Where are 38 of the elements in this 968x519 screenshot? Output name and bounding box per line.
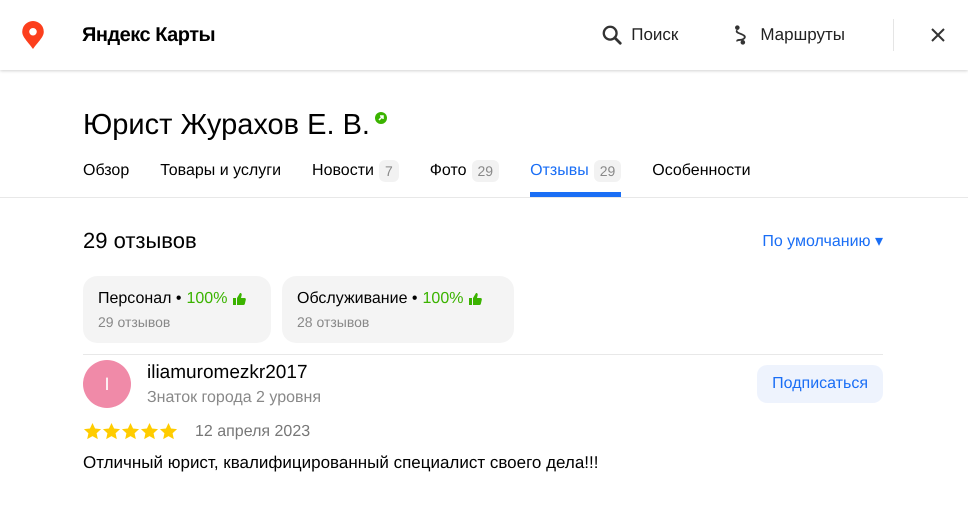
review-text: Отличный юрист, квалифицированный специалист своего дела!!! xyxy=(83,453,600,473)
tab[interactable]: Новости 7 xyxy=(312,160,399,197)
author-level: Знаток города 2 уровня xyxy=(147,388,322,406)
subscribe-button[interactable]: Подписаться xyxy=(757,365,883,403)
star-icon xyxy=(83,422,102,441)
tab[interactable]: Особенности xyxy=(652,160,751,197)
sort-dropdown[interactable]: По умолчанию ▾ xyxy=(762,231,883,251)
tab[interactable]: Обзор xyxy=(83,160,130,197)
map-pin-icon[interactable] xyxy=(22,21,44,49)
aspect-name: Обслуживание • xyxy=(297,290,418,308)
aspect-card[interactable]: Обслуживание • 100% 28 отзывов xyxy=(282,276,514,343)
count-badge: 29 xyxy=(472,160,500,182)
aspect-percent: 100% xyxy=(186,290,228,308)
count-badge: 7 xyxy=(378,160,399,182)
brand-logo[interactable]: Яндекс Карты xyxy=(82,24,216,46)
count-badge: 29 xyxy=(594,160,622,182)
star-icon xyxy=(159,422,178,441)
reviews-heading: 29 отзывов xyxy=(83,228,197,254)
close-icon xyxy=(930,27,946,43)
search-button[interactable]: Поиск xyxy=(601,24,678,46)
review-date: 12 апреля 2023 xyxy=(195,422,310,440)
tab[interactable]: Отзывы 29 xyxy=(530,160,622,197)
star-icon xyxy=(102,422,121,441)
organization-title: Юрист Журахов Е. В. xyxy=(83,108,370,143)
aspect-card[interactable]: Персонал • 100% 29 отзывов xyxy=(83,276,271,343)
star-icon xyxy=(140,422,159,441)
routes-button[interactable]: Маршруты xyxy=(730,24,845,46)
aspect-review-count: 29 отзывов xyxy=(98,314,172,330)
tab[interactable]: Фото 29 xyxy=(430,160,500,197)
search-icon xyxy=(601,24,624,46)
author-name[interactable]: iliamuromezkr2017 xyxy=(147,362,322,384)
star-icon xyxy=(121,422,140,441)
tab[interactable]: Товары и услуги xyxy=(160,160,282,197)
thumbs-up-icon xyxy=(232,292,246,306)
aspect-name: Персонал • xyxy=(98,290,182,308)
aspect-percent: 100% xyxy=(422,290,464,308)
thumbs-up-icon xyxy=(468,292,482,306)
aspect-review-count: 28 отзывов xyxy=(297,314,370,330)
